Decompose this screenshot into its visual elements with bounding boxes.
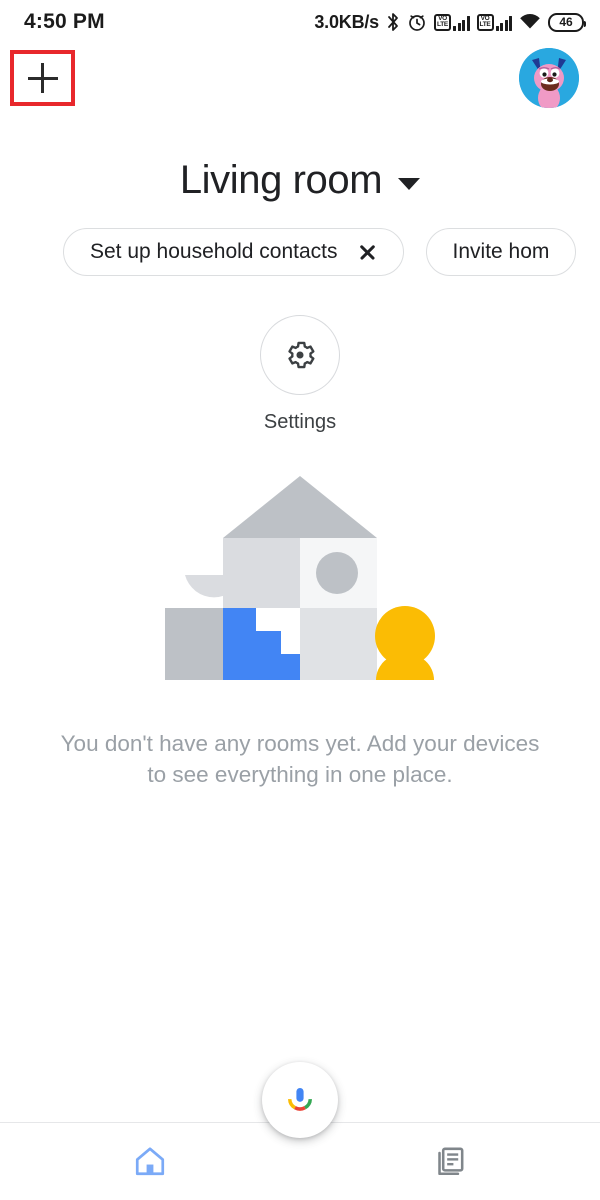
volte-badge-sim2: VO LTE: [476, 13, 494, 31]
google-assistant-mic-button[interactable]: [262, 1062, 338, 1138]
close-icon[interactable]: [358, 243, 377, 262]
feed-icon: [438, 1147, 464, 1176]
volte-badge-sim1: VO LTE: [434, 13, 451, 31]
chip-set-up-household-contacts[interactable]: Set up household contacts: [63, 228, 404, 276]
nav-item-feed[interactable]: [300, 1122, 600, 1200]
chip-label: Invite hom: [452, 240, 550, 263]
suggestion-chip-row: Set up household contacts Invite hom: [0, 228, 600, 276]
avatar[interactable]: [519, 48, 579, 108]
chevron-down-icon: [398, 177, 421, 190]
account-avatar-image: [519, 48, 579, 108]
google-assistant-mic-icon: [288, 1088, 312, 1111]
house-rooms-illustration: [165, 476, 435, 680]
illustration-graphic: [165, 476, 435, 680]
alarm-clock-icon: [407, 12, 427, 32]
page-title: Living room: [179, 158, 383, 202]
empty-state-message: You don't have any rooms yet. Add your d…: [60, 731, 540, 787]
volte-sim1-signal-icon: VO LTE: [434, 13, 470, 31]
chip-label: Set up household contacts: [90, 240, 338, 263]
home-selector[interactable]: Living room: [0, 158, 600, 203]
home-icon: [135, 1147, 165, 1176]
status-bar: 4:50 PM 3.0KB/s VO LTE VO LTE 46: [0, 0, 600, 44]
signal-bars-sim2: [495, 15, 512, 31]
gear-icon: [288, 341, 315, 369]
network-speed-label: 3.0KB/s: [314, 11, 379, 32]
status-bar-icons: 3.0KB/s VO LTE VO LTE 46: [314, 11, 586, 33]
app-top-bar: [0, 44, 600, 122]
nav-item-home[interactable]: [0, 1122, 300, 1200]
add-device-button[interactable]: [10, 50, 75, 106]
signal-bars-sim1: [453, 15, 470, 31]
bluetooth-icon: [386, 12, 400, 33]
volte-bottom-label-2: LTE: [479, 21, 491, 28]
wifi-icon: [519, 13, 541, 31]
plus-icon: [27, 63, 58, 93]
settings-button[interactable]: [260, 315, 340, 395]
chip-invite-home-member[interactable]: Invite hom: [425, 228, 577, 276]
settings-label: Settings: [263, 411, 337, 433]
volte-sim2-signal-icon: VO LTE: [476, 13, 512, 31]
battery-indicator: 46: [548, 12, 586, 32]
status-time: 4:50 PM: [24, 10, 105, 33]
phone-screen: 4:50 PM 3.0KB/s VO LTE VO LTE 46 Living …: [0, 0, 600, 1200]
settings-shortcut: Settings: [0, 315, 600, 434]
volte-bottom-label: LTE: [437, 21, 448, 28]
